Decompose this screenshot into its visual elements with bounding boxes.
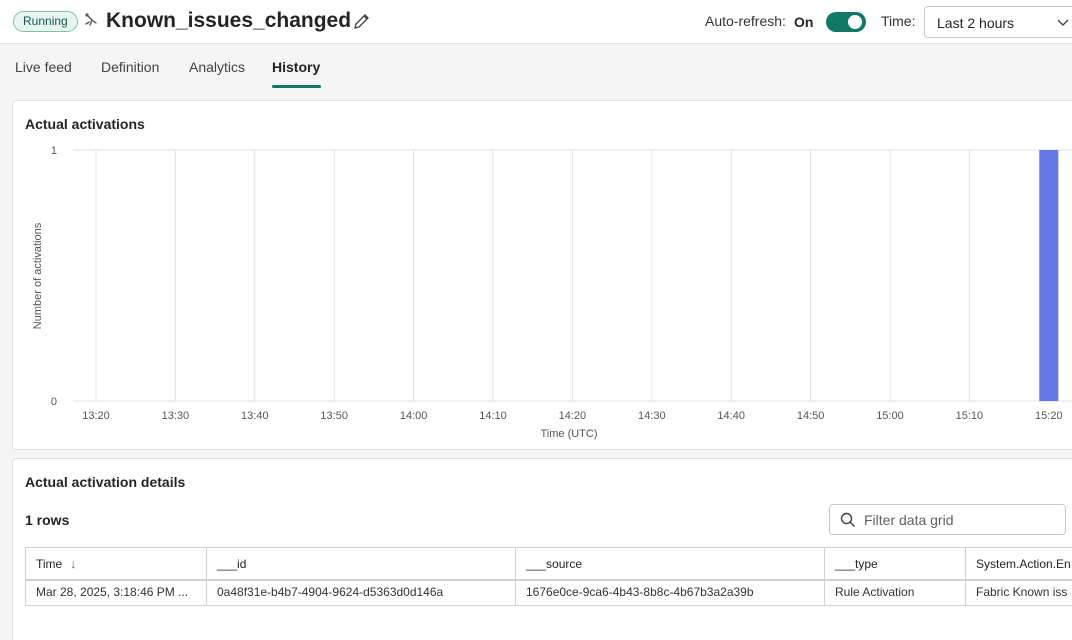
autorefresh-state: On [794,14,814,30]
tab-bar: Live feed Definition Analytics History [0,45,1072,91]
y-tick-label: 0 [51,396,57,408]
grid-header: Time ↓ ___id ___source ___type System.Act… [25,547,1072,581]
x-tick-label: 15:20 [1035,410,1063,422]
x-tick-label: 14:50 [797,410,825,422]
activations-chart: 13:20 13:30 13:40 13:50 14:00 14:10 14:20 14:30… [32,145,1072,440]
y-tick-label: 1 [51,145,57,157]
column-header-type[interactable]: ___type [825,548,966,579]
page-header: Running Known_issues_changed Auto-refres… [0,0,1072,44]
rule-icon [84,12,100,32]
x-tick-label: 13:20 [82,410,110,422]
page-title: Known_issues_changed [106,9,352,32]
cell-id: 0a48f31e-b4b7-4904-9624-d5363d0d146a [207,581,516,605]
tab-definition[interactable]: Definition [101,59,159,75]
x-tick-label: 14:30 [638,410,666,422]
x-tick-label: 13:40 [241,410,269,422]
activations-card: Actual activations 13:20 13:30 13:40 13:50 1… [12,100,1072,450]
tab-history[interactable]: History [272,59,320,75]
status-badge: Running [13,11,78,32]
edit-icon[interactable] [352,11,374,33]
cell-source: 1676e0ce-9ca6-4b43-8b8c-4b67b3a2a39b [516,581,825,605]
x-tick-label: 14:00 [400,410,428,422]
cell-type: Rule Activation [825,581,966,605]
x-tick-label: 13:30 [162,410,190,422]
x-tick-label: 14:20 [559,410,587,422]
time-range-value: Last 2 hours [937,15,1015,31]
x-tick-label: 13:50 [320,410,348,422]
tab-live-feed[interactable]: Live feed [15,59,72,75]
chevron-down-icon [1056,15,1070,29]
x-axis-title: Time (UTC) [540,428,597,440]
column-header-source[interactable]: ___source [516,548,825,579]
search-icon [840,512,856,528]
activation-bar [1039,150,1059,401]
column-header-label: Time [36,557,63,571]
activation-details-card: Actual activation details 1 rows Time ↓ _… [12,458,1072,640]
x-tick-label: 15:10 [956,410,984,422]
column-header-id[interactable]: ___id [207,548,516,579]
sort-descending-icon: ↓ [70,557,77,571]
cell-action: Fabric Known iss [976,585,1068,599]
time-label: Time: [881,13,916,29]
rows-count: 1 rows [25,512,70,528]
time-range-dropdown[interactable]: Last 2 hours [924,6,1072,38]
column-header-action[interactable]: System.Action.En [966,548,1072,579]
toggle-knob [848,15,862,29]
y-axis-title: Number of activations [32,222,44,329]
x-tick-label: 15:00 [876,410,904,422]
x-tick-label: 14:40 [717,410,745,422]
autorefresh-toggle[interactable] [826,12,866,32]
column-header-time[interactable]: Time ↓ [26,548,207,579]
cell-time: Mar 28, 2025, 3:18:46 PM ... [26,581,207,605]
filter-box [829,504,1066,535]
x-tick-label: 14:10 [479,410,507,422]
autorefresh-label: Auto-refresh: [705,13,786,29]
table-row[interactable]: Mar 28, 2025, 3:18:46 PM ... 0a48f31e-b4… [25,581,1072,606]
filter-input[interactable] [864,511,1059,529]
tab-analytics[interactable]: Analytics [189,59,245,75]
details-title: Actual activation details [25,474,186,490]
active-tab-indicator [272,85,321,88]
